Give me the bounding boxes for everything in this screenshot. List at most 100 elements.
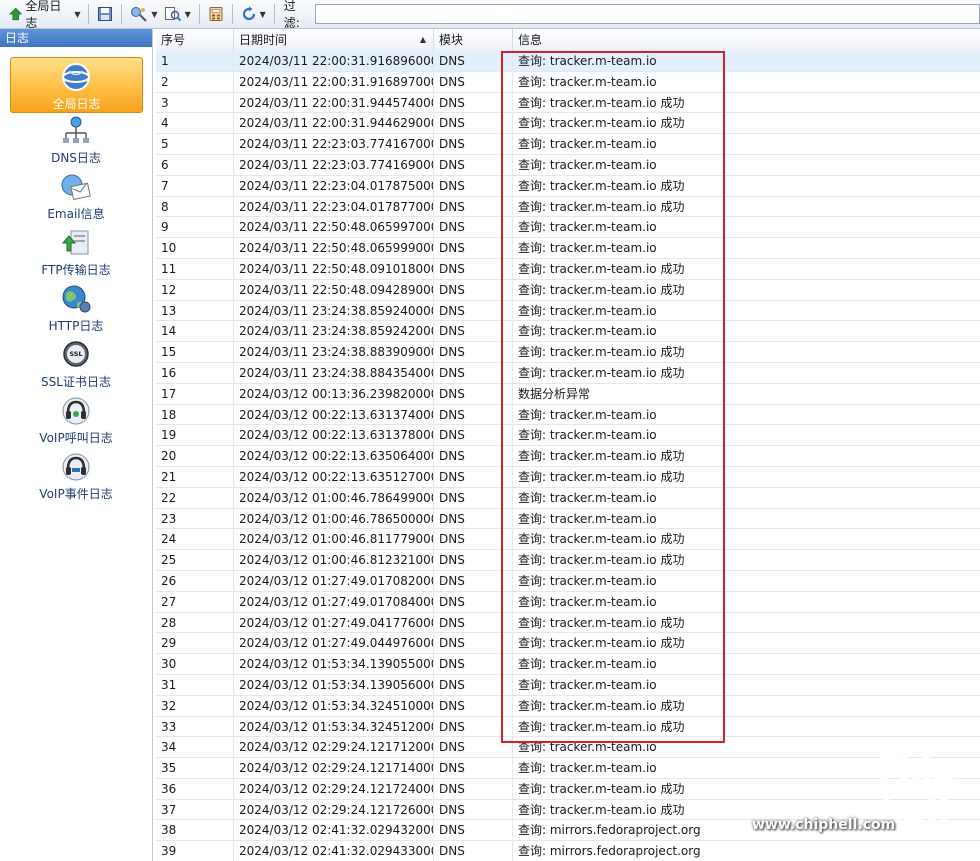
table-row[interactable]: 9 2024/03/11 22:50:48.065997000 DNS 查询: tra…	[156, 217, 980, 239]
cell-index: 38	[156, 820, 234, 841]
cell-datetime: 2024/03/11 22:00:31.916896000	[234, 51, 434, 71]
cell-info: 查询: tracker.m-team.io	[518, 428, 657, 443]
table-row[interactable]: 22 2024/03/12 01:00:46.786499000 DNS 查询: tr…	[156, 487, 980, 509]
table-row[interactable]: 8 2024/03/11 22:23:04.017877000 DNS 查询: tra…	[156, 196, 980, 218]
table-row[interactable]: 31 2024/03/12 01:53:34.139056000 DNS 查询: tr…	[156, 674, 980, 696]
column-header-label: 日期时间	[239, 33, 288, 47]
cell-datetime: 2024/03/11 22:00:31.944574000	[234, 92, 434, 113]
sidebar-item-dns-log[interactable]: DNS日志	[0, 113, 152, 168]
column-header-info[interactable]: 信息	[513, 29, 980, 51]
cell-datetime: 2024/03/12 01:27:49.044976000	[234, 633, 434, 654]
table-row[interactable]: 13 2024/03/11 23:24:38.859240000 DNS 查询: tr…	[156, 300, 980, 322]
chevron-down-icon[interactable]: ▼	[74, 10, 80, 19]
cell-module: DNS	[434, 342, 513, 363]
table-row[interactable]: 12 2024/03/11 22:50:48.094289000 DNS 查询: tr…	[156, 279, 980, 301]
cell-module: DNS	[434, 321, 513, 342]
cell-index: 35	[156, 758, 234, 779]
column-header-index[interactable]: 序号	[156, 29, 234, 51]
table-row[interactable]: 2 2024/03/11 22:00:31.916897000 DNS 查询: tra…	[156, 71, 980, 93]
sidebar-item-email-info[interactable]: Email信息	[0, 169, 152, 224]
cell-index: 22	[156, 487, 234, 508]
cell-datetime: 2024/03/12 02:29:24.121724000	[234, 778, 434, 799]
toolbar-separator	[273, 4, 275, 24]
table-row[interactable]: 16 2024/03/11 23:24:38.884354000 DNS 查询: tr…	[156, 362, 980, 384]
cell-datetime: 2024/03/12 02:41:32.029433000	[234, 841, 434, 861]
table-row[interactable]: 3 2024/03/11 22:00:31.944574000 DNS 查询: tra…	[156, 92, 980, 114]
table-row[interactable]: 7 2024/03/11 22:23:04.017875000 DNS 查询: tra…	[156, 175, 980, 197]
table-row[interactable]: 6 2024/03/11 22:23:03.774169000 DNS 查询: tra…	[156, 154, 980, 176]
chevron-down-icon[interactable]: ▼	[151, 10, 157, 19]
cell-index: 26	[156, 570, 234, 591]
filter-input[interactable]	[314, 4, 980, 24]
table-row[interactable]: 26 2024/03/12 01:27:49.017082000 DNS 查询: tr…	[156, 570, 980, 592]
global-log-button-label: 全局日志	[25, 0, 62, 30]
table-row[interactable]: 29 2024/03/12 01:27:49.044976000 DNS 查询: tr…	[156, 633, 980, 655]
sidebar-item-ssl-log[interactable]: SSL SSL证书日志	[0, 337, 152, 392]
table-row[interactable]: 5 2024/03/11 22:23:03.774167000 DNS 查询: tra…	[156, 134, 980, 155]
chevron-down-icon[interactable]: ▼	[260, 10, 266, 19]
cell-info: 查询: tracker.m-team.io 成功	[518, 282, 685, 297]
sidebar-item-http-log[interactable]: HTTP日志	[0, 281, 152, 336]
cell-datetime: 2024/03/12 01:00:46.812321000	[234, 550, 434, 571]
table-row[interactable]: 1 2024/03/11 22:00:31.916896000 DNS 查询: tra…	[156, 51, 980, 72]
cell-info: 查询: tracker.m-team.io	[518, 511, 657, 526]
refresh-button[interactable]: ▼	[238, 3, 269, 25]
cell-info: 查询: tracker.m-team.io 成功	[518, 553, 685, 568]
chevron-down-icon[interactable]: ▼	[185, 10, 191, 19]
table-row[interactable]: 15 2024/03/11 23:24:38.883909000 DNS 查询: tr…	[156, 342, 980, 363]
table-row[interactable]: 24 2024/03/12 01:00:46.811779000 DNS 查询: tr…	[156, 529, 980, 551]
ftp-transfer-icon	[61, 230, 89, 255]
table-row[interactable]: 4 2024/03/11 22:00:31.944629000 DNS 查询: tra…	[156, 113, 980, 135]
calculator-button[interactable]	[205, 3, 227, 25]
sidebar-item-global-log[interactable]: 全局日志	[10, 57, 143, 113]
cell-datetime: 2024/03/12 01:53:34.139056000	[234, 674, 434, 695]
cell-module: DNS	[434, 612, 513, 633]
cell-info: 查询: tracker.m-team.io 成功	[518, 615, 685, 630]
table-row[interactable]: 33 2024/03/12 01:53:34.324512000 DNS 查询: tr…	[156, 716, 980, 738]
column-header-module[interactable]: 模块	[434, 29, 513, 51]
table-row[interactable]: 28 2024/03/12 01:27:49.041776000 DNS 查询: tr…	[156, 612, 980, 634]
cell-module: DNS	[434, 716, 513, 737]
cell-datetime: 2024/03/11 22:50:48.065997000	[234, 217, 434, 238]
filter-label: 过滤:	[283, 0, 300, 30]
cell-index: 16	[156, 362, 234, 383]
cell-info: 查询: tracker.m-team.io 成功	[518, 116, 685, 131]
sidebar-item-voip-call-log[interactable]: VoIP呼叫日志	[0, 393, 152, 448]
refresh-icon	[242, 6, 255, 21]
table-row[interactable]: 10 2024/03/11 22:50:48.065999000 DNS 查询: tr…	[156, 238, 980, 259]
cell-index: 29	[156, 633, 234, 654]
table-row[interactable]: 19 2024/03/12 00:22:13.631378000 DNS 查询: tr…	[156, 425, 980, 447]
cell-datetime: 2024/03/11 23:24:38.884354000	[234, 362, 434, 383]
sidebar-item-voip-event-log[interactable]: VoIP事件日志	[0, 449, 152, 504]
table-row[interactable]: 23 2024/03/12 01:00:46.786500000 DNS 查询: tr…	[156, 508, 980, 530]
table-row[interactable]: 27 2024/03/12 01:27:49.017084000 DNS 查询: tr…	[156, 591, 980, 613]
cell-index: 6	[156, 154, 234, 175]
cell-info: 数据分析异常	[518, 386, 591, 401]
cell-datetime: 2024/03/11 22:50:48.094289000	[234, 279, 434, 300]
table-row[interactable]: 17 2024/03/12 00:13:36.239820000 DNS 数据分析异常	[156, 383, 980, 405]
table-row[interactable]: 11 2024/03/11 22:50:48.091018000 DNS 查询: tr…	[156, 258, 980, 280]
column-header-datetime[interactable]: 日期时间 ▲	[234, 29, 434, 51]
table-row[interactable]: 18 2024/03/12 00:22:13.631374000 DNS 查询: tr…	[156, 404, 980, 426]
global-log-button[interactable]: 全局日志 ▼	[6, 0, 83, 30]
cell-info: 查询: tracker.m-team.io	[518, 54, 657, 68]
table-row[interactable]: 21 2024/03/12 00:22:13.635127000 DNS 查询: tr…	[156, 466, 980, 488]
sidebar-item-label: SSL证书日志	[41, 375, 111, 389]
cell-index: 30	[156, 654, 234, 675]
table-row[interactable]: 14 2024/03/11 23:24:38.859242000 DNS 查询: tr…	[156, 321, 980, 343]
cell-info: 查询: tracker.m-team.io 成功	[518, 199, 685, 214]
table-row[interactable]: 25 2024/03/12 01:00:46.812321000 DNS 查询: tr…	[156, 550, 980, 571]
cell-index: 10	[156, 238, 234, 259]
cell-index: 1	[156, 51, 234, 71]
save-button[interactable]	[94, 3, 116, 25]
table-row[interactable]: 30 2024/03/12 01:53:34.139055000 DNS 查询: tr…	[156, 654, 980, 675]
table-row[interactable]: 20 2024/03/12 00:22:13.635064000 DNS 查询: tr…	[156, 446, 980, 467]
network-tool-button[interactable]: ▼	[127, 3, 160, 25]
table-row[interactable]: 32 2024/03/12 01:53:34.324510000 DNS 查询: tr…	[156, 695, 980, 717]
cell-index: 13	[156, 300, 234, 321]
sidebar-item-ftp-log[interactable]: FTP传输日志	[0, 225, 152, 280]
cell-index: 15	[156, 342, 234, 363]
search-options-button[interactable]: ▼	[161, 3, 194, 25]
cell-module: DNS	[434, 446, 513, 467]
sidebar-item-label: 全局日志	[52, 97, 101, 111]
